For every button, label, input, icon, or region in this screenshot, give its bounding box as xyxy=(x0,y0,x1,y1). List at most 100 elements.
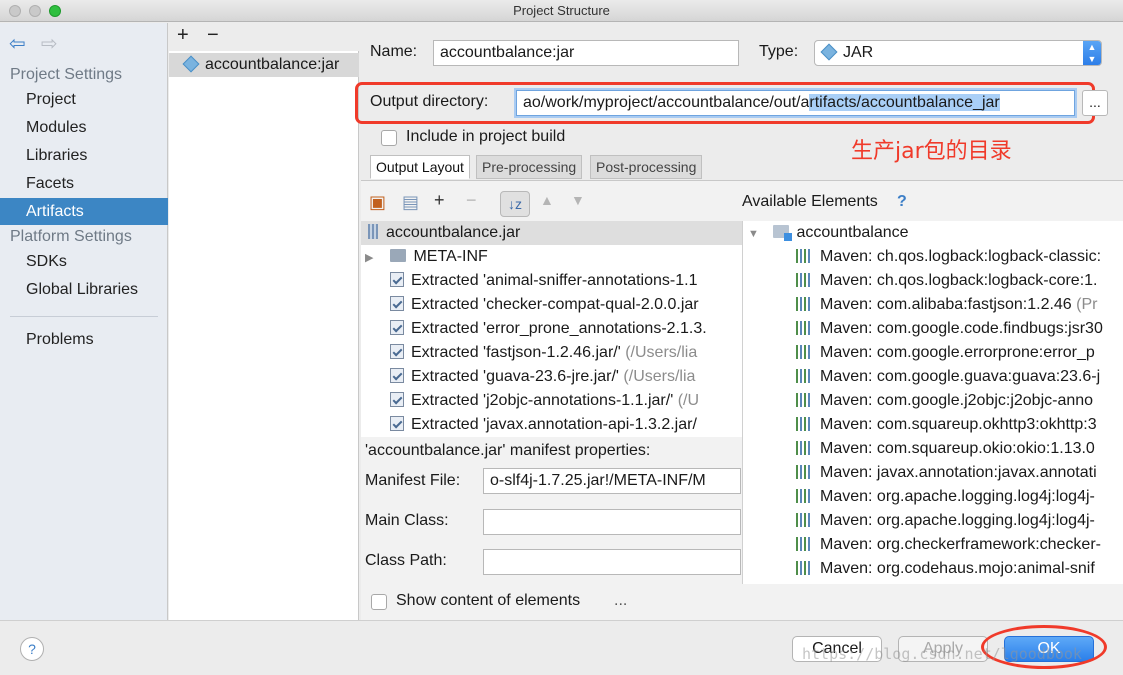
sidebar-item-sdks[interactable]: SDKs xyxy=(0,248,168,275)
tree-row-label: Extracted 'error_prone_annotations-2.1.3… xyxy=(411,320,707,337)
move-up-icon[interactable]: ▲ xyxy=(540,192,554,208)
available-item-label: Maven: org.apache.logging.log4j:log4j- xyxy=(820,488,1095,505)
type-select[interactable]: JAR ▲ ▼ xyxy=(814,40,1102,66)
help-button[interactable]: ? xyxy=(20,637,44,661)
window-title: Project Structure xyxy=(513,3,610,18)
maven-library-icon xyxy=(796,561,812,575)
move-down-icon[interactable]: ▼ xyxy=(571,192,585,208)
tree-row[interactable]: Extracted 'error_prone_annotations-2.1.3… xyxy=(361,317,707,341)
class-path-field[interactable] xyxy=(483,549,741,575)
available-item-hint: (Pr xyxy=(1071,296,1098,313)
tree-row-label: Extracted 'fastjson-1.2.46.jar/' xyxy=(411,344,621,361)
tree-row[interactable]: Extracted 'animal-sniffer-annotations-1.… xyxy=(361,269,697,293)
tree-row-label: Extracted 'checker-compat-qual-2.0.0.jar xyxy=(411,296,699,313)
extracted-archive-icon xyxy=(390,320,404,335)
maven-library-icon xyxy=(796,441,812,455)
available-item[interactable]: Maven: org.apache.logging.log4j:log4j- xyxy=(743,509,1095,533)
available-item[interactable]: Maven: ch.qos.logback:logback-core:1. xyxy=(743,269,1097,293)
collapse-triangle-icon[interactable]: ▼ xyxy=(748,222,760,246)
available-item[interactable]: Maven: org.apache.logging.log4j:log4j- xyxy=(743,485,1095,509)
remove-artifact-button[interactable]: − xyxy=(207,24,219,47)
available-item-label: Maven: com.squareup.okio:okio:1.13.0 xyxy=(820,440,1095,457)
sidebar-item-global-libraries[interactable]: Global Libraries xyxy=(0,276,168,303)
expand-triangle-icon[interactable]: ▶ xyxy=(365,246,377,270)
title-bar: Project Structure xyxy=(0,0,1123,22)
available-item[interactable]: Maven: com.google.code.findbugs:jsr30 xyxy=(743,317,1103,341)
sidebar-divider xyxy=(10,316,158,317)
available-item[interactable]: Maven: com.google.guava:guava:23.6-j xyxy=(743,365,1100,389)
annotation-text: 生产jar包的目录 xyxy=(851,139,1012,164)
available-elements-title: Available Elements xyxy=(742,193,878,210)
tree-row[interactable]: Extracted 'javax.annotation-api-1.3.2.ja… xyxy=(361,413,697,437)
available-item[interactable]: Maven: ch.qos.logback:logback-classic: xyxy=(743,245,1101,269)
available-item[interactable]: Maven: com.google.errorprone:error_p xyxy=(743,341,1095,365)
show-content-checkbox[interactable] xyxy=(371,594,387,610)
remove-element-icon[interactable]: − xyxy=(466,190,477,211)
include-in-build-checkbox[interactable] xyxy=(381,130,397,146)
output-directory-selected-text: rtifacts/accountbalance_jar xyxy=(809,94,1000,111)
tree-row[interactable]: Extracted 'checker-compat-qual-2.0.0.jar xyxy=(361,293,699,317)
maven-library-icon xyxy=(796,297,812,311)
main-class-label: Main Class: xyxy=(365,512,449,529)
tree-row[interactable]: Extracted 'guava-23.6-jre.jar/' (/Users/… xyxy=(361,365,695,389)
available-item[interactable]: Maven: org.codehaus.mojo:animal-snif xyxy=(743,557,1095,581)
extracted-archive-icon xyxy=(390,392,404,407)
back-arrow-icon[interactable]: ⇦ xyxy=(9,31,26,56)
tab-pre-processing[interactable]: Pre-processing xyxy=(476,155,583,179)
manifest-file-label: Manifest File: xyxy=(365,472,461,489)
available-item[interactable]: Maven: javax.annotation:javax.annotati xyxy=(743,461,1097,485)
type-label: Type: xyxy=(759,43,799,60)
available-item[interactable]: Maven: com.squareup.okhttp3:okhttp:3 xyxy=(743,413,1097,437)
available-item-label: Maven: ch.qos.logback:logback-core:1. xyxy=(820,272,1098,289)
sidebar-item-facets[interactable]: Facets xyxy=(0,170,168,197)
sidebar-item-artifacts[interactable]: Artifacts xyxy=(0,198,168,225)
tree-row[interactable]: Extracted 'j2objc-annotations-1.1.jar/' … xyxy=(361,389,699,413)
maven-library-icon xyxy=(796,249,812,263)
maven-library-icon xyxy=(796,273,812,287)
maven-library-icon xyxy=(796,321,812,335)
tree-row[interactable]: Extracted 'fastjson-1.2.46.jar/' (/Users… xyxy=(361,341,697,365)
output-directory-field[interactable]: ao/work/myproject/accountbalance/out/art… xyxy=(516,90,1075,116)
tree-row-label: Extracted 'animal-sniffer-annotations-1.… xyxy=(411,272,698,289)
tree-root-label: accountbalance.jar xyxy=(386,224,521,241)
sort-elements-icon[interactable]: ↓z xyxy=(500,191,530,217)
tree-root-row[interactable]: accountbalance.jar xyxy=(361,221,742,245)
tab-post-processing[interactable]: Post-processing xyxy=(590,155,703,179)
maven-library-icon xyxy=(796,417,812,431)
add-artifact-button[interactable]: + xyxy=(177,24,189,47)
create-directory-icon[interactable]: ▣ xyxy=(369,192,386,213)
available-item-label: Maven: com.google.errorprone:error_p xyxy=(820,344,1095,361)
tree-row-path: (/Users/lia xyxy=(620,344,698,361)
available-item[interactable]: Maven: org.checkerframework:checker- xyxy=(743,533,1101,557)
extracted-archive-icon xyxy=(390,272,404,287)
maven-library-icon xyxy=(796,345,812,359)
browse-button[interactable]: ... xyxy=(1082,90,1108,116)
sidebar-item-problems[interactable]: Problems xyxy=(0,326,168,353)
available-item[interactable]: Maven: com.alibaba:fastjson:1.2.46 (Pr xyxy=(743,293,1097,317)
jar-file-icon xyxy=(368,224,378,239)
available-root-row[interactable]: ▼ accountbalance xyxy=(743,221,909,245)
available-item[interactable]: Maven: com.squareup.okio:okio:1.13.0 xyxy=(743,437,1095,461)
available-item[interactable]: Maven: com.google.j2objc:j2objc-anno xyxy=(743,389,1093,413)
sidebar-item-project[interactable]: Project xyxy=(0,86,168,113)
type-select-value: JAR xyxy=(843,44,874,61)
artifacts-list: + − accountbalance:jar xyxy=(169,23,359,620)
create-archive-icon[interactable]: ▤ xyxy=(402,192,419,213)
main-class-field[interactable] xyxy=(483,509,741,535)
folder-icon xyxy=(390,249,407,262)
group-platform-settings: Platform Settings xyxy=(10,228,132,245)
tab-output-layout[interactable]: Output Layout xyxy=(370,155,470,179)
artifact-item-label: accountbalance:jar xyxy=(205,56,340,73)
manifest-file-field[interactable]: o-slf4j-1.7.25.jar!/META-INF/M xyxy=(483,468,741,494)
forward-arrow-icon[interactable]: ⇨ xyxy=(41,31,58,56)
show-content-more-button[interactable]: ... xyxy=(614,592,627,610)
sidebar-item-modules[interactable]: Modules xyxy=(0,114,168,141)
add-copy-icon[interactable]: + xyxy=(434,190,445,211)
available-elements-tree: ▼ accountbalance Maven: ch.qos.logback:l… xyxy=(742,221,1123,584)
tree-row[interactable]: ▶ META-INF xyxy=(361,245,488,269)
available-elements-help-icon[interactable]: ? xyxy=(897,193,907,211)
artifact-item[interactable]: accountbalance:jar xyxy=(169,53,359,77)
name-field[interactable]: accountbalance:jar xyxy=(433,40,739,66)
tree-row-path: (/Users/lia xyxy=(618,368,696,385)
sidebar-item-libraries[interactable]: Libraries xyxy=(0,142,168,169)
